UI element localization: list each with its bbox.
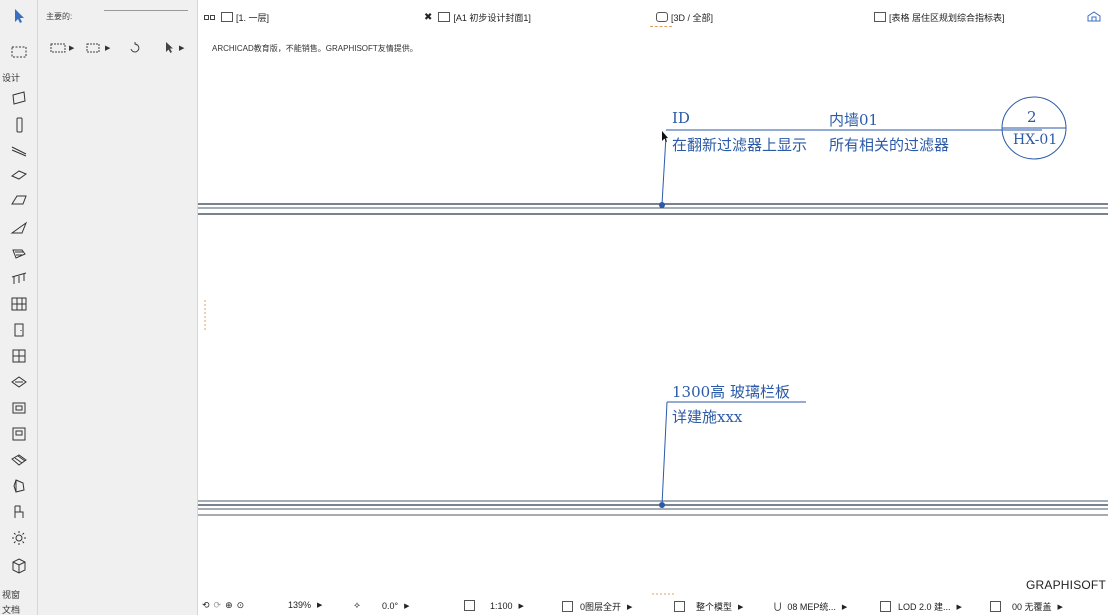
railing-icon[interactable]: [9, 268, 29, 288]
marker-code[interactable]: HX-01: [1013, 132, 1057, 148]
annotation-filter-value[interactable]: 所有相关的过滤器: [829, 134, 949, 155]
window-icon[interactable]: [9, 346, 29, 366]
lod-value: LOD 2.0 建...: [898, 602, 951, 612]
plan-drawing: [198, 96, 1108, 595]
tab-floor-plan[interactable]: [1. 一层]: [204, 9, 269, 25]
object-icon[interactable]: [9, 502, 29, 522]
rotate-icon: [130, 42, 140, 53]
mep-icon[interactable]: [9, 556, 29, 576]
floor-plan-canvas[interactable]: ARCHICAD教育版，不能销售。GRAPHISOFT友情提供。 ID 内墙01…: [198, 28, 1108, 598]
floorplan-icon: [221, 12, 233, 22]
redo-view-icon[interactable]: ⟳: [214, 600, 222, 611]
scale-icon: [464, 600, 475, 611]
angle-control[interactable]: ⟡ 0.0° ▶: [354, 600, 410, 611]
marquee-shape-icon: [86, 43, 100, 53]
tab-bar: [1. 一层] ✖ [A1 初步设计封面1] [3D / 全部] [表格 居住区…: [198, 0, 1108, 28]
railing-annotation-title[interactable]: 1300高 玻璃栏板: [672, 381, 790, 402]
annotation-name[interactable]: 内墙01: [829, 109, 878, 130]
slab-icon[interactable]: [9, 165, 29, 185]
lod-control[interactable]: LOD 2.0 建... ▶: [880, 600, 962, 613]
schedule-icon: [874, 12, 886, 22]
mep-icon: ⋃: [774, 601, 782, 611]
layer-value: 0图层全开: [580, 602, 622, 612]
layer-control[interactable]: 0图层全开 ▶: [562, 600, 632, 613]
tab-label: [表格 居住区规划综合指标表]: [889, 12, 1005, 23]
model-view-control[interactable]: 整个模型 ▶: [674, 600, 743, 613]
tab-label: [1. 一层]: [236, 12, 270, 23]
undo-view-icon[interactable]: ⟲: [202, 600, 210, 611]
marquee-icon[interactable]: [9, 42, 29, 62]
select-arrow-button[interactable]: ▶: [164, 40, 184, 56]
door-icon[interactable]: [9, 320, 29, 340]
marker-number[interactable]: 2: [1027, 108, 1037, 126]
3d-icon: [656, 12, 668, 22]
lod-icon: [880, 601, 891, 612]
morph-icon[interactable]: [9, 476, 29, 496]
model-value: 整个模型: [696, 602, 733, 612]
mouse-cursor: [662, 131, 668, 142]
info-box-divider: [104, 10, 188, 11]
geometry-method-button[interactable]: ▶: [50, 40, 74, 56]
leader-anchor: [659, 202, 665, 208]
model-view-icon: [674, 601, 685, 612]
roof-icon[interactable]: [9, 190, 29, 210]
info-box-label: 主要的:: [46, 12, 73, 21]
info-box: 主要的: ▶ ▶ ▶: [38, 0, 198, 615]
section-doc-label[interactable]: 文档: [2, 603, 20, 615]
railing-annotation-detail[interactable]: 详建施xxx: [672, 406, 742, 427]
tab-schedule[interactable]: [表格 居住区规划综合指标表]: [874, 9, 1005, 25]
section-design-label: 设计: [2, 73, 21, 83]
skylight-icon[interactable]: [9, 372, 29, 392]
tab-label: [3D / 全部]: [671, 12, 714, 23]
tab-3d[interactable]: [3D / 全部]: [656, 9, 713, 25]
stair-icon[interactable]: [9, 244, 29, 264]
annotation-id[interactable]: ID: [672, 109, 690, 127]
rotate-button[interactable]: [128, 40, 142, 56]
opening-icon[interactable]: [9, 398, 29, 418]
shell-icon[interactable]: [9, 218, 29, 238]
lamp-icon[interactable]: [9, 528, 29, 548]
navigation-controls: ⟲ ⟳ ⊕ ⊙: [202, 600, 244, 611]
close-icon[interactable]: ✖: [424, 12, 432, 23]
rotate-view-icon: ⟡: [354, 600, 360, 610]
zoom-control[interactable]: 139% ▶: [288, 600, 322, 610]
arrow-select-icon[interactable]: [9, 6, 29, 26]
mep-value: 08 MEP统...: [787, 602, 836, 612]
wall-icon[interactable]: [9, 88, 29, 108]
layout-icon: [438, 12, 451, 22]
zone-icon[interactable]: [9, 424, 29, 444]
fit-window-icon[interactable]: ⊙: [237, 600, 245, 611]
tab-layout[interactable]: ✖ [A1 初步设计封面1]: [424, 9, 531, 25]
graphisoft-logo: GRAPHISOFT: [1025, 578, 1106, 592]
override-icon: [990, 601, 1001, 612]
leader-anchor: [659, 502, 665, 508]
marquee-shape-button[interactable]: ▶: [86, 40, 110, 56]
beam-icon[interactable]: [9, 140, 29, 160]
leader-line: [661, 135, 667, 205]
zoom-in-icon[interactable]: ⊕: [225, 600, 233, 611]
toolbox: 设计 视窗 文档: [0, 0, 38, 615]
annotation-filter-note[interactable]: 在翻新过滤器上显示: [672, 134, 807, 155]
override-control[interactable]: 00 无覆盖 ▶: [990, 600, 1063, 613]
leader-line: [661, 401, 668, 506]
scroll-marker: [650, 26, 672, 27]
geometry-method-icon: [50, 43, 66, 53]
zoom-value: 139%: [288, 600, 312, 610]
tab-overflow[interactable]: [1086, 9, 1102, 25]
curtain-wall-icon[interactable]: [9, 294, 29, 314]
column-icon[interactable]: [9, 115, 29, 135]
grid-view-icon[interactable]: [204, 14, 215, 20]
cursor-icon: [166, 42, 173, 53]
tab-label: [A1 初步设计封面1]: [453, 12, 531, 23]
override-value: 00 无覆盖: [1012, 602, 1052, 612]
scale-control[interactable]: 1:100 ▶: [464, 600, 524, 611]
status-bar: ⟲ ⟳ ⊕ ⊙ 139% ▶ ⟡ 0.0° ▶ 1:100 ▶ 0图层全开 ▶ 整个模型…: [198, 598, 1108, 615]
scale-value: 1:100: [490, 600, 513, 611]
mesh-icon[interactable]: [9, 450, 29, 470]
mep-control[interactable]: ⋃ 08 MEP统... ▶: [774, 600, 847, 613]
home-icon: [1087, 11, 1101, 22]
angle-value: 0.0°: [382, 600, 399, 611]
section-view-label[interactable]: 视窗: [2, 588, 20, 601]
layer-icon: [562, 601, 573, 612]
